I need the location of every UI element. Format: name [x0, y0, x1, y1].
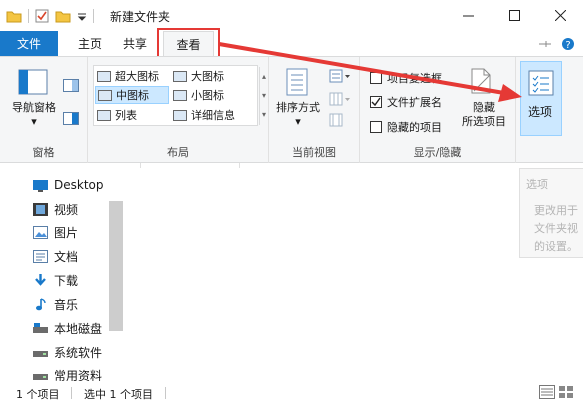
annotation-arrow-layer: [218, 42, 522, 102]
red-arrow-icon: [218, 42, 522, 102]
